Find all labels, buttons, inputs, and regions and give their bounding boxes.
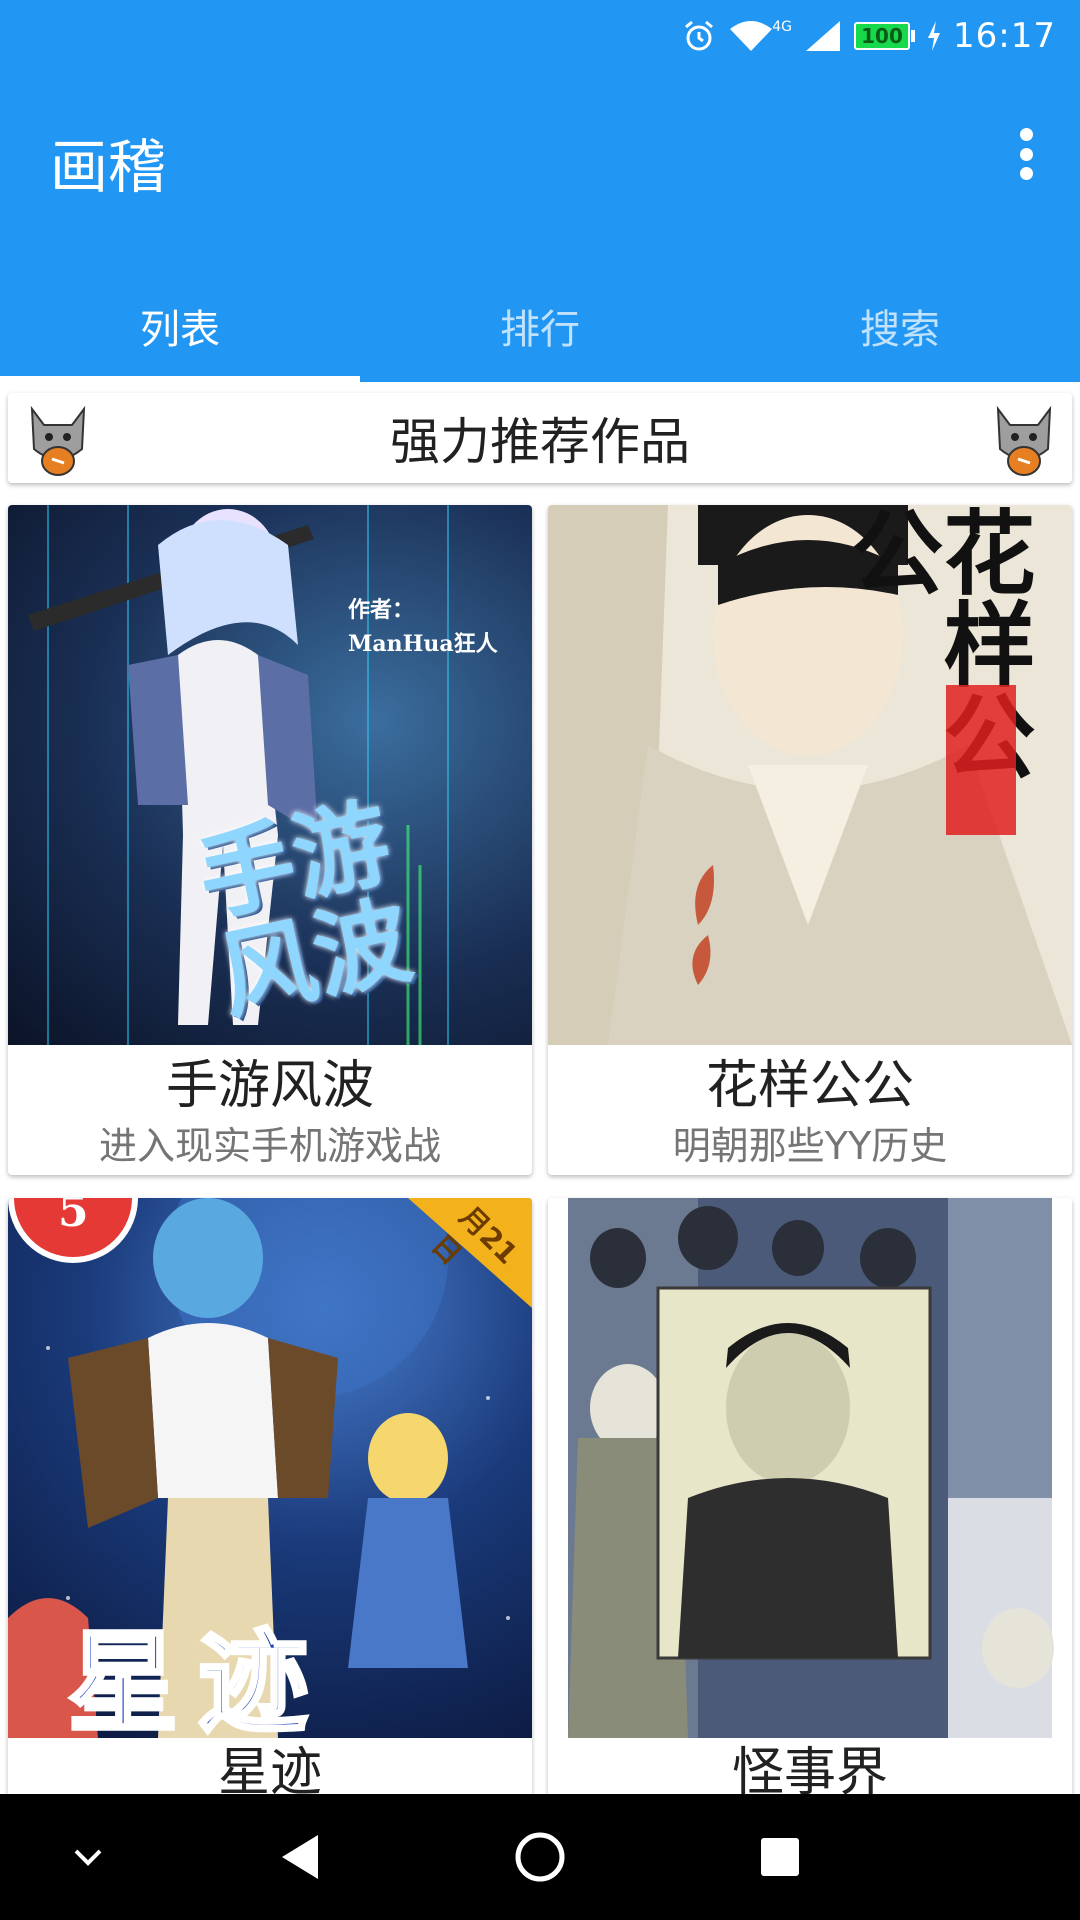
app-title: 画稽 <box>50 133 167 201</box>
banner-title: 强力推荐作品 <box>390 413 690 471</box>
comic-card-guaishijie[interactable]: 怪事界 <box>548 1198 1072 1798</box>
cat-mascot-icon <box>30 405 86 476</box>
cover-author: 作者：ManHua狂人 <box>348 597 498 657</box>
tab-bar: 列表 排行 搜索 <box>0 270 1080 382</box>
tab-ranking[interactable]: 排行 <box>360 270 720 382</box>
cover-number: 5 <box>58 1198 89 1237</box>
collapse-icon[interactable] <box>28 1794 148 1920</box>
cover-title: 星迹 <box>66 1619 328 1738</box>
comic-card-shouyoufengbo[interactable]: 作者：ManHua狂人 手游风波 手游风波 进入现实手机游戏战 <box>8 505 532 1175</box>
status-time: 16:17 <box>953 16 1056 56</box>
battery-icon: 100 <box>854 22 916 50</box>
recommend-banner: 强力推荐作品 <box>8 393 1072 483</box>
tab-search[interactable]: 搜索 <box>720 270 1080 382</box>
app-bar: 4G 100 16:17 画稽 列表 排行 搜索 <box>0 0 1080 382</box>
tab-list[interactable]: 列表 <box>0 270 360 382</box>
comic-name: 花样公公 <box>705 1056 914 1116</box>
status-bar: 4G 100 16:17 <box>0 0 1080 72</box>
red-seal <box>946 685 1016 835</box>
charging-icon <box>928 21 941 51</box>
comic-desc: 明朝那些YY历史 <box>672 1124 948 1168</box>
comic-cover: 5 月21日 星迹 <box>8 1198 532 1738</box>
comic-name: 怪事界 <box>731 1743 888 1798</box>
alarm-icon <box>685 20 714 51</box>
home-icon[interactable] <box>480 1794 600 1920</box>
comic-name: 星迹 <box>217 1743 322 1798</box>
battery-level: 100 <box>854 22 911 50</box>
comic-card-xingji[interactable]: 5 月21日 星迹 星迹 <box>8 1198 532 1798</box>
comic-card-huayanggonggong[interactable]: 花样公公 花样公公 明朝那些YY历史 <box>548 505 1072 1175</box>
status-icons: 4G 100 16:17 <box>682 14 1056 58</box>
comic-name: 手游风波 <box>165 1056 374 1116</box>
comic-desc: 进入现实手机游戏战 <box>98 1124 441 1168</box>
more-vert-icon[interactable] <box>1014 128 1038 180</box>
comic-cover: 作者：ManHua狂人 手游风波 <box>8 505 532 1045</box>
network-type: 4G <box>772 19 793 35</box>
comic-cover: 花样公公 <box>548 505 1072 1045</box>
recents-icon[interactable] <box>720 1794 840 1920</box>
wifi-icon <box>730 21 773 51</box>
comic-cover <box>548 1198 1072 1738</box>
cat-mascot-icon <box>996 405 1052 476</box>
signal-icon <box>806 21 841 51</box>
back-icon[interactable] <box>240 1794 360 1920</box>
system-nav-bar <box>0 1794 1080 1920</box>
